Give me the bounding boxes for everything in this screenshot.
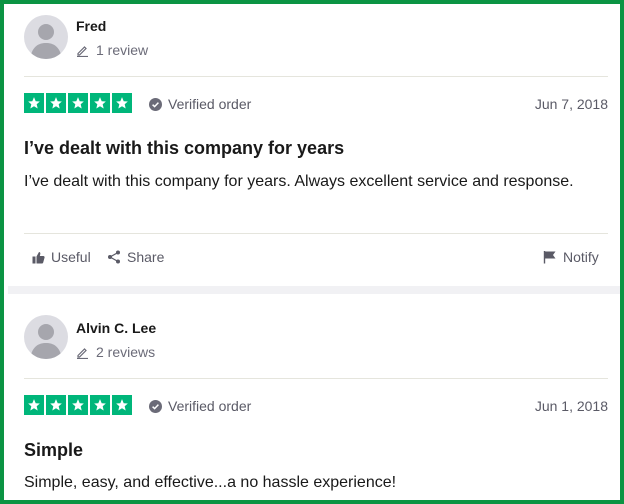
review-body: Simple, easy, and effective...a no hassl… <box>24 474 397 491</box>
avatar[interactable] <box>24 15 68 59</box>
star-rating <box>24 93 132 113</box>
star-icon <box>112 395 132 415</box>
review-date: Jun 1, 2018 <box>534 398 608 414</box>
review-count-text: 1 review <box>96 42 149 58</box>
thumbs-up-icon <box>32 251 45 263</box>
review-count: 2 reviews <box>76 344 155 360</box>
verified-label: Verified order <box>168 96 252 112</box>
review-separator <box>8 286 620 294</box>
review-count: 1 review <box>76 42 148 58</box>
flag-icon <box>543 251 556 264</box>
review-card: Alvin C. Lee 2 reviews Verified order Ju… <box>8 294 620 500</box>
divider <box>24 76 608 77</box>
star-icon <box>90 395 110 415</box>
review-card: Fred 1 review Verified order Jun 7, 2018… <box>8 8 620 285</box>
reviews-frame: Fred 1 review Verified order Jun 7, 2018… <box>0 0 624 504</box>
notify-button[interactable]: Notify <box>543 249 599 265</box>
avatar[interactable] <box>24 315 68 359</box>
star-icon <box>46 93 66 113</box>
review-count-text: 2 reviews <box>96 344 156 360</box>
reviewer-name[interactable]: Fred <box>76 18 106 34</box>
star-icon <box>24 395 44 415</box>
verified-label: Verified order <box>168 398 252 414</box>
divider <box>24 233 608 234</box>
pencil-icon <box>77 45 88 57</box>
review-title[interactable]: Simple <box>24 440 83 461</box>
star-icon <box>90 93 110 113</box>
notify-label: Notify <box>563 249 599 265</box>
review-actions: Useful Share Notify <box>24 249 608 271</box>
star-icon <box>46 395 66 415</box>
user-silhouette-icon <box>30 24 62 59</box>
verified-check-icon <box>149 97 162 111</box>
star-rating <box>24 395 132 415</box>
pencil-icon <box>77 347 88 359</box>
review-body: I’ve dealt with this company for years. … <box>24 173 574 190</box>
share-label: Share <box>127 249 165 265</box>
user-silhouette-icon <box>30 324 62 359</box>
star-icon <box>68 93 88 113</box>
verified-check-icon <box>149 399 162 413</box>
useful-label: Useful <box>51 249 91 265</box>
share-button[interactable]: Share <box>107 249 164 265</box>
star-icon <box>24 93 44 113</box>
star-icon <box>112 93 132 113</box>
share-icon <box>108 250 120 264</box>
star-icon <box>68 395 88 415</box>
divider <box>24 378 608 379</box>
review-date: Jun 7, 2018 <box>534 96 608 112</box>
reviewer-name[interactable]: Alvin C. Lee <box>76 320 156 336</box>
verified-badge[interactable]: Verified order <box>149 398 251 414</box>
review-title[interactable]: I’ve dealt with this company for years <box>24 138 344 159</box>
verified-badge[interactable]: Verified order <box>149 96 251 112</box>
useful-button[interactable]: Useful <box>32 249 91 265</box>
